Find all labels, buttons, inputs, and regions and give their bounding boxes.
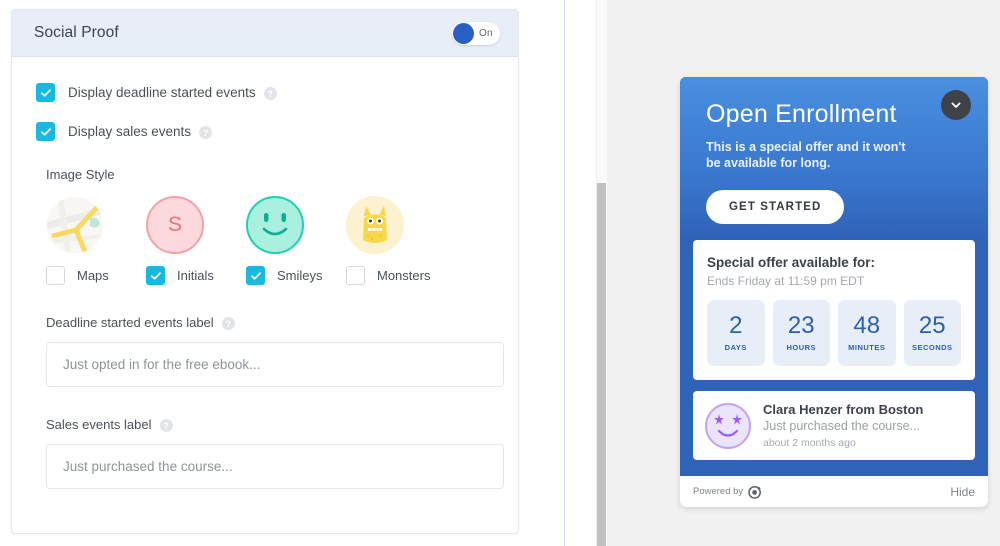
social-proof-name: Clara Henzer from Boston bbox=[763, 402, 924, 418]
check-icon bbox=[250, 271, 261, 280]
widget-subtitle: This is a special offer and it won't be … bbox=[706, 139, 906, 171]
monster-graphic bbox=[346, 196, 404, 254]
check-icon bbox=[150, 271, 161, 280]
countdown-subtitle: Ends Friday at 11:59 pm EDT bbox=[707, 274, 865, 289]
social-proof-widget-preview: Open Enrollment This is a special offer … bbox=[680, 77, 988, 507]
settings-column: Social Proof On Display deadline started… bbox=[0, 0, 565, 546]
panel-header: Social Proof On bbox=[12, 10, 518, 57]
social-proof-action: Just purchased the course... bbox=[763, 419, 921, 434]
countdown-value: 48 bbox=[853, 312, 881, 340]
social-proof-text: Clara Henzer from Boston Just purchased … bbox=[763, 402, 923, 449]
checkbox-display-deadline-started-events[interactable] bbox=[36, 83, 55, 102]
countdown-unit-label: SECONDS bbox=[911, 343, 953, 353]
checkbox-row-deadline-events: Display deadline started events ? bbox=[36, 83, 494, 102]
smiley-avatar-icon[interactable] bbox=[246, 196, 304, 254]
help-icon[interactable]: ? bbox=[159, 419, 173, 432]
sales-events-label-input[interactable]: Just purchased the course... bbox=[46, 444, 504, 489]
image-style-option-smileys: Smileys bbox=[246, 196, 346, 285]
star-eyes-smiley-avatar bbox=[705, 402, 751, 449]
sales-label-field-header: Sales events label ? bbox=[46, 417, 494, 432]
countdown-unit-hours: 23 HOURS bbox=[772, 300, 830, 367]
social-proof-notification: Clara Henzer from Boston Just purchased … bbox=[693, 391, 975, 461]
countdown-unit-seconds: 25 SECONDS bbox=[903, 300, 961, 367]
field-label: Sales events label bbox=[46, 417, 152, 432]
image-style-pick-initials: Initials bbox=[146, 266, 246, 285]
check-icon bbox=[40, 127, 51, 136]
image-style-pick-smileys: Smileys bbox=[246, 266, 346, 285]
smiley-face-graphic bbox=[262, 213, 288, 236]
countdown-unit-label: HOURS bbox=[786, 343, 817, 353]
checkbox-label: Display sales events bbox=[68, 124, 192, 139]
deadline-funnel-logo-icon[interactable] bbox=[748, 485, 762, 499]
chevron-down-glyph bbox=[951, 102, 961, 108]
image-style-pick-monsters: Monsters bbox=[346, 266, 446, 285]
chevron-down-icon[interactable] bbox=[941, 90, 971, 120]
image-style-option-initials: S Initials bbox=[146, 196, 246, 285]
countdown-value: 25 bbox=[918, 312, 946, 340]
social-proof-panel: Social Proof On Display deadline started… bbox=[11, 9, 519, 534]
countdown-unit-days: 2 DAYS bbox=[707, 300, 765, 367]
map-graphic bbox=[46, 196, 104, 254]
deadline-label-field-header: Deadline started events label ? bbox=[46, 315, 494, 330]
checkbox-style-initials[interactable] bbox=[146, 266, 165, 285]
social-proof-toggle[interactable]: On bbox=[452, 21, 500, 45]
style-name-label: Smileys bbox=[277, 268, 323, 283]
checkbox-style-smileys[interactable] bbox=[246, 266, 265, 285]
hide-widget-link[interactable]: Hide bbox=[950, 485, 975, 499]
toggle-knob bbox=[453, 22, 474, 44]
style-name-label: Monsters bbox=[377, 268, 431, 283]
monster-avatar-icon[interactable] bbox=[346, 196, 404, 254]
image-style-options: Maps S Initials Smileys Monsters bbox=[46, 196, 494, 285]
countdown-unit-label: MINUTES bbox=[848, 343, 886, 353]
powered-by-label: Powered by bbox=[693, 486, 744, 497]
help-icon[interactable]: ? bbox=[199, 126, 213, 139]
initials-letter: S bbox=[167, 213, 182, 236]
page-scrollbar-thumb[interactable] bbox=[597, 183, 606, 546]
checkbox-display-sales-events[interactable] bbox=[36, 122, 55, 141]
image-style-option-maps: Maps bbox=[46, 196, 146, 285]
countdown-units: 2 DAYS 23 HOURS 48 MINUTES 25 SECONDS bbox=[707, 300, 961, 367]
style-name-label: Maps bbox=[77, 268, 109, 283]
countdown-value: 23 bbox=[787, 312, 815, 340]
image-style-pick-maps: Maps bbox=[46, 266, 146, 285]
countdown-card: Special offer available for: Ends Friday… bbox=[693, 240, 975, 381]
widget-title: Open Enrollment bbox=[706, 100, 897, 128]
check-icon bbox=[40, 88, 51, 97]
widget-hero: Open Enrollment This is a special offer … bbox=[680, 77, 988, 241]
initials-avatar-icon[interactable]: S bbox=[146, 196, 204, 254]
help-icon[interactable]: ? bbox=[263, 87, 277, 100]
social-proof-timestamp: about 2 months ago bbox=[763, 437, 856, 450]
map-thumbnail-icon[interactable] bbox=[46, 196, 104, 254]
powered-by-block: Powered by bbox=[693, 485, 762, 499]
checkbox-style-monsters[interactable] bbox=[346, 266, 365, 285]
countdown-unit-label: DAYS bbox=[724, 343, 747, 353]
widget-footer: Powered by Hide bbox=[680, 476, 988, 507]
image-style-option-monsters: Monsters bbox=[346, 196, 446, 285]
page-title: Social Proof bbox=[34, 24, 119, 41]
checkbox-row-sales-events: Display sales events ? bbox=[36, 122, 494, 141]
style-name-label: Initials bbox=[177, 268, 214, 283]
column-divider bbox=[564, 0, 565, 546]
countdown-unit-minutes: 48 MINUTES bbox=[838, 300, 896, 367]
preview-column: Open Enrollment This is a special offer … bbox=[607, 0, 1000, 546]
deadline-events-label-input[interactable]: Just opted in for the free ebook... bbox=[46, 342, 504, 387]
help-icon[interactable]: ? bbox=[221, 317, 235, 330]
toggle-state-label: On bbox=[479, 27, 493, 39]
app-root: Social Proof On Display deadline started… bbox=[0, 0, 1000, 546]
star-eyes-smiley-graphic bbox=[714, 413, 742, 437]
checkbox-style-maps[interactable] bbox=[46, 266, 65, 285]
checkbox-label: Display deadline started events bbox=[68, 85, 256, 100]
countdown-value: 2 bbox=[729, 312, 743, 340]
field-label: Deadline started events label bbox=[46, 315, 214, 330]
image-style-label: Image Style bbox=[46, 167, 115, 182]
panel-body: Display deadline started events ? Displa… bbox=[12, 57, 518, 489]
get-started-button[interactable]: GET STARTED bbox=[706, 190, 845, 225]
countdown-title: Special offer available for: bbox=[707, 255, 876, 271]
